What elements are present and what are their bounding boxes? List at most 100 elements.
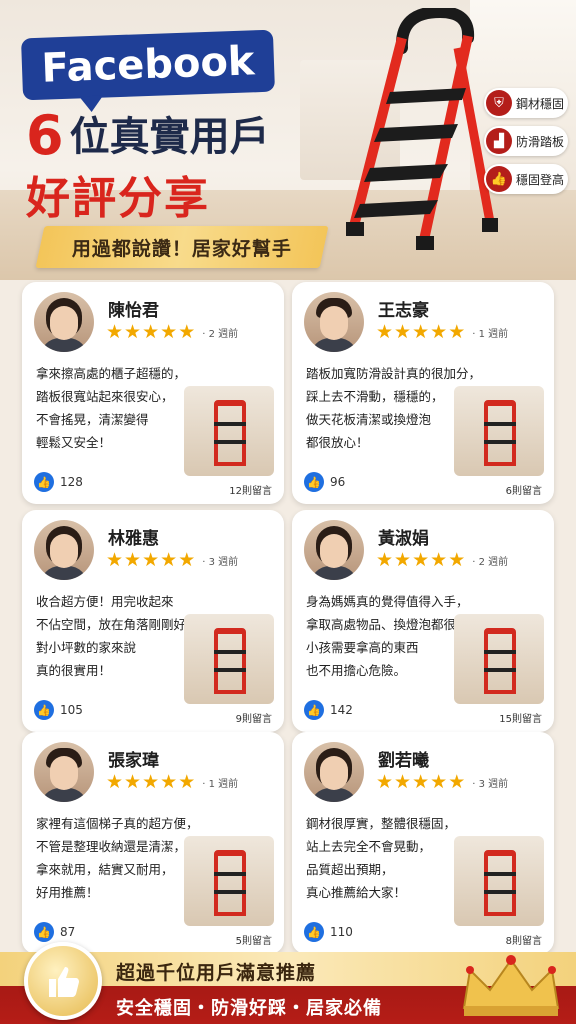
star-icon: ★ [394,771,412,793]
review-time: · 3 週前 [202,556,239,568]
star-icon: ★ [376,321,394,343]
reviewer-name: 王志豪 [378,301,429,321]
review-card: 王志豪 ★ ★ ★ ★ ★ · 1 週前 踏板加寬防滑設計真的很加分， 踩上去不滑動，穩… [292,282,554,504]
feature-label: 防滑踏板 [516,134,565,149]
star-icon: ★ [430,321,448,343]
reviewer-name: 黃淑娟 [378,529,429,549]
feature-badge-steel: ⛨ 鋼材穩固 [484,88,568,118]
star-rating: ★ ★ ★ ★ ★ · 3 週前 [106,550,238,570]
ribbon-text: 用過都說讚！居家好幫手 [71,237,292,260]
star-icon: ★ [448,771,466,793]
like-count: 142 [330,703,353,717]
star-rating: ★ ★ ★ ★ ★ · 2 週前 [376,550,508,570]
crown-icon [462,955,560,1016]
star-rating: ★ ★ ★ ★ ★ · 1 週前 [376,322,508,342]
star-icon: ★ [142,771,160,793]
star-icon: ★ [412,549,430,571]
brand-label: Facebook [40,38,256,92]
comment-count[interactable]: 8則留言 [506,932,542,947]
star-icon: ★ [160,321,178,343]
avatar [34,292,94,352]
review-photo [184,386,274,476]
reviewer-name: 陳怡君 [108,301,159,321]
review-photo [184,614,274,704]
star-icon: ★ [160,771,178,793]
star-rating: ★ ★ ★ ★ ★ · 1 週前 [106,772,238,792]
star-icon: ★ [394,321,412,343]
facebook-badge: Facebook [20,29,276,101]
comment-count[interactable]: 15則留言 [499,710,542,725]
page-subtitle: 好評分享 [26,173,210,224]
like-icon[interactable]: 👍 [34,700,54,720]
avatar [304,520,364,580]
review-card: 劉若曦 ★ ★ ★ ★ ★ · 3 週前 鋼材很厚實，整體很穩固， 站上去完全不會晃動，… [292,732,554,954]
review-photo [454,386,544,476]
feature-badge-antislip: ▟ 防滑踏板 [484,126,568,156]
review-card: 張家瑋 ★ ★ ★ ★ ★ · 1 週前 家裡有這個梯子真的超方便， 不管是整理收納還是… [22,732,284,954]
feature-label: 穩固登高 [516,172,565,187]
star-icon: ★ [124,771,142,793]
like-count: 128 [60,475,83,489]
star-icon: ★ [448,549,466,571]
comment-count[interactable]: 9則留言 [236,710,272,725]
shield-icon: ⛨ [486,90,512,116]
star-icon: ★ [178,771,196,793]
avatar [34,742,94,802]
star-icon: ★ [106,771,124,793]
review-photo [454,836,544,926]
star-icon: ★ [376,549,394,571]
reviewer-name: 劉若曦 [378,751,429,771]
feature-label: 鋼材穩固 [516,96,565,111]
reviewer-name: 張家瑋 [108,751,159,771]
like-count: 96 [330,475,346,489]
review-time: · 1 週前 [202,778,239,790]
tagline-ribbon: 用過都說讚！居家好幫手 [35,226,329,268]
footer-tagline: 安全穩固・防滑好踩・居家必備 [116,998,382,1019]
footer-headline: 超過千位用戶滿意推薦 [116,962,317,984]
comment-count[interactable]: 5則留言 [236,932,272,947]
reviewer-name: 林雅惠 [108,529,159,549]
star-icon: ★ [178,321,196,343]
thumbs-up-icon [24,942,102,1020]
feature-badge-stable: 👍 穩固登高 [484,164,568,194]
star-icon: ★ [412,771,430,793]
star-icon: ★ [142,549,160,571]
star-rating: ★ ★ ★ ★ ★ · 3 週前 [376,772,508,792]
review-photo [184,836,274,926]
star-icon: ★ [394,549,412,571]
review-time: · 1 週前 [472,328,509,340]
like-icon[interactable]: 👍 [34,472,54,492]
star-icon: ★ [376,771,394,793]
star-icon: ★ [412,321,430,343]
star-icon: ★ [142,321,160,343]
star-icon: ★ [124,321,142,343]
review-time: · 2 週前 [472,556,509,568]
star-icon: ★ [124,549,142,571]
star-icon: ★ [178,549,196,571]
steps-icon: ▟ [486,128,512,154]
like-icon[interactable]: 👍 [304,922,324,942]
like-count: 110 [330,925,353,939]
review-card: 陳怡君 ★ ★ ★ ★ ★ · 2 週前 拿來擦高處的櫃子超穩的， 踏板很寬站起來很安心… [22,282,284,504]
comment-count[interactable]: 6則留言 [506,482,542,497]
page-title: 6 位真實用戶 [26,104,270,167]
comment-count[interactable]: 12則留言 [229,482,272,497]
star-icon: ★ [160,549,178,571]
title-number: 6 [26,104,64,167]
review-card: 黃淑娟 ★ ★ ★ ★ ★ · 2 週前 身為媽媽真的覺得值得入手， 拿取高處物品、換燈… [292,510,554,732]
like-icon[interactable]: 👍 [304,472,324,492]
star-icon: ★ [106,321,124,343]
review-photo [454,614,544,704]
star-icon: ★ [430,549,448,571]
like-icon[interactable]: 👍 [34,922,54,942]
star-rating: ★ ★ ★ ★ ★ · 2 週前 [106,322,238,342]
like-icon[interactable]: 👍 [304,700,324,720]
review-time: · 3 週前 [472,778,509,790]
star-icon: ★ [448,321,466,343]
review-time: · 2 週前 [202,328,239,340]
review-card: 林雅惠 ★ ★ ★ ★ ★ · 3 週前 收合超方便！用完收起來 不佔空間，放在角落剛剛… [22,510,284,732]
like-count: 105 [60,703,83,717]
avatar [304,292,364,352]
hero-banner: Facebook 6 位真實用戶 好評分享 用過都說讚！居家好幫手 ⛨ 鋼材穩固 … [0,0,576,280]
avatar [304,742,364,802]
